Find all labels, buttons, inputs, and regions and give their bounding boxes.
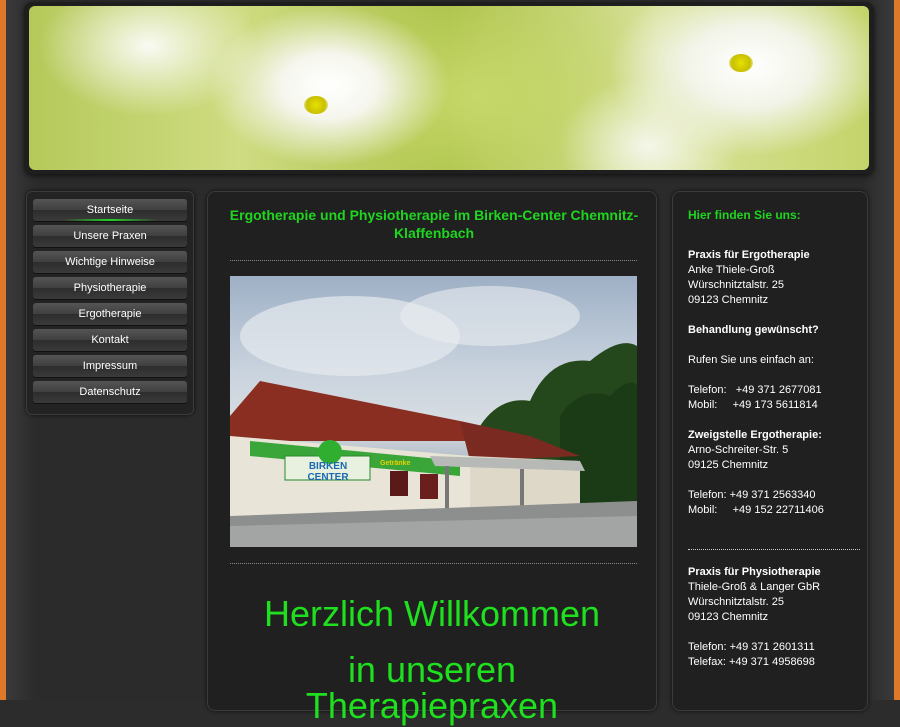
building-illustration bbox=[230, 286, 637, 547]
ergo-phone: Telefon: +49 371 2677081 bbox=[688, 384, 822, 396]
call-text: Rufen Sie uns einfach an: bbox=[688, 354, 814, 366]
physio-phone: Telefon: +49 371 2601311 bbox=[688, 641, 815, 653]
physio-practice-title: Praxis für Physiotherapie bbox=[688, 566, 821, 578]
divider bbox=[230, 260, 637, 261]
photo-sign-small: Getränke bbox=[380, 460, 411, 467]
ergo-mobile: Mobil: +49 173 5611814 bbox=[688, 399, 818, 411]
header-banner bbox=[24, 2, 874, 174]
nav-item-wichtige-hinweise[interactable]: Wichtige Hinweise bbox=[33, 251, 187, 273]
photo-sign-text: BIRKEN CENTER bbox=[307, 461, 349, 483]
contact-sidebar: Hier finden Sie uns: Praxis für Ergother… bbox=[672, 191, 868, 711]
divider bbox=[230, 563, 637, 564]
ergo-practice-title: Praxis für Ergotherapie bbox=[688, 249, 810, 261]
treatment-question: Behandlung gewünscht? bbox=[688, 324, 819, 336]
welcome-subheading-2: Therapiepraxen bbox=[305, 685, 559, 726]
flower-banner-image bbox=[29, 6, 869, 170]
nav-item-physiotherapie[interactable]: Physiotherapie bbox=[33, 277, 187, 299]
nav-item-kontakt[interactable]: Kontakt bbox=[33, 329, 187, 351]
branch-mobile: Mobil: +49 152 22711406 bbox=[688, 504, 824, 516]
physio-fax: Telefax: +49 371 4958698 bbox=[688, 656, 815, 668]
nav-item-startseite[interactable]: Startseite bbox=[33, 199, 187, 221]
nav-item-datenschutz[interactable]: Datenschutz bbox=[33, 381, 187, 403]
nav-item-ergotherapie[interactable]: Ergotherapie bbox=[33, 303, 187, 325]
branch-title: Zweigstelle Ergotherapie: bbox=[688, 429, 822, 441]
branch-street: Arno-Schreiter-Str. 5 bbox=[688, 444, 789, 456]
main-navigation: Startseite Unsere Praxen Wichtige Hinwei… bbox=[26, 191, 194, 415]
flower-center bbox=[304, 96, 328, 114]
nav-item-unsere-praxen[interactable]: Unsere Praxen bbox=[33, 225, 187, 247]
physio-practice-city: 09123 Chemnitz bbox=[688, 611, 769, 623]
branch-phone: Telefon: +49 371 2563340 bbox=[688, 489, 816, 501]
main-content: Ergotherapie und Physiotherapie im Birke… bbox=[207, 191, 657, 726]
ergo-practice-street: Würschnitztalstr. 25 bbox=[688, 279, 784, 291]
welcome-heading: Herzlich Willkommen bbox=[263, 593, 601, 634]
branch-city: 09125 Chemnitz bbox=[688, 459, 769, 471]
divider bbox=[688, 549, 860, 550]
ergo-practice-city: 09123 Chemnitz bbox=[688, 294, 769, 306]
physio-practice-name: Thiele-Groß & Langer GbR bbox=[688, 581, 821, 593]
birken-center-photo: BIRKEN CENTER Getränke bbox=[230, 276, 637, 547]
page-title: Ergotherapie und Physiotherapie im Birke… bbox=[229, 207, 639, 241]
ergo-practice-name: Anke Thiele-Groß bbox=[688, 264, 775, 276]
nav-item-impressum[interactable]: Impressum bbox=[33, 355, 187, 377]
flower-center bbox=[729, 54, 753, 72]
physio-practice-street: Würschnitztalstr. 25 bbox=[688, 596, 784, 608]
contact-heading: Hier finden Sie uns: bbox=[688, 208, 801, 222]
